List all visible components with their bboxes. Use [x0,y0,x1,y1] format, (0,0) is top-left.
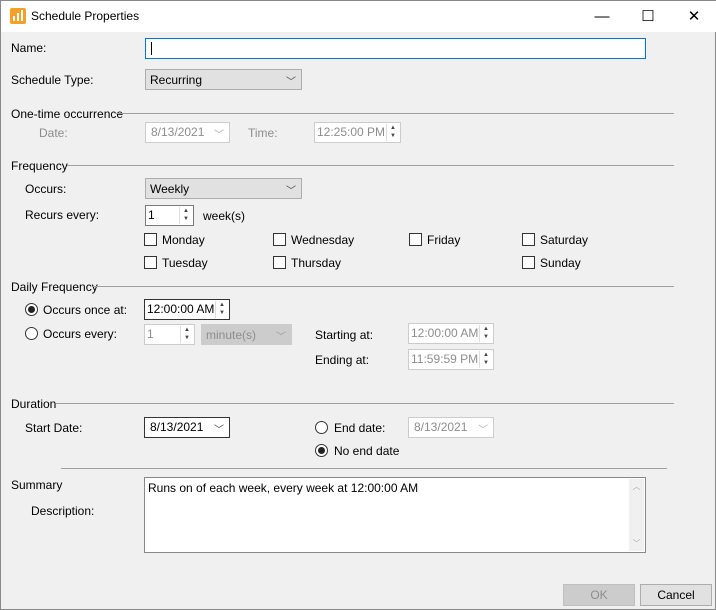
occurs-value: Weekly [150,182,190,196]
divider [115,113,674,114]
spinner-arrows-icon: ▲ ▼ [479,325,492,342]
no-end-date-label[interactable]: No end date [334,444,399,458]
occurs-every-spinner[interactable]: 1 ▲ ▼ [144,324,195,345]
maximize-button[interactable]: ☐ [625,1,671,32]
app-icon [10,8,26,24]
occurs-label: Occurs: [25,182,67,196]
occurs-once-time-spinner[interactable]: 12:00:00 AM ▲ ▼ [144,299,230,320]
saturday-checkbox[interactable] [522,233,535,246]
description-text: Runs on of each week, every week at 12:0… [148,481,419,495]
divider [61,468,667,469]
one-time-date-picker[interactable]: 8/13/2021 ﹀ [145,122,230,143]
schedule-type-label: Schedule Type: [11,73,94,87]
monday-label[interactable]: Monday [162,233,205,247]
recurs-every-spinner[interactable]: 1 ▲ ▼ [145,205,194,226]
occurs-every-unit-value: minute(s) [206,328,257,342]
description-textarea[interactable]: Runs on of each week, every week at 12:0… [144,477,646,553]
monday-checkbox[interactable] [144,233,157,246]
start-date-label: Start Date: [25,421,83,435]
title-bar: Schedule Properties — ☐ ✕ [1,1,716,32]
spinner-arrows-icon: ▲ ▼ [179,207,192,224]
divider [56,403,674,404]
one-time-header: One-time occurrence [11,107,124,121]
starting-at-label: Starting at: [315,328,374,342]
cancel-button[interactable]: Cancel [640,584,712,606]
name-label: Name: [11,41,47,55]
frequency-header: Frequency [11,159,68,173]
sunday-label[interactable]: Sunday [540,256,581,270]
recurs-every-label: Recurs every: [25,208,100,222]
chevron-down-icon: ﹀ [478,425,488,436]
one-time-time-spinner[interactable]: 12:25:00 PM ▲ ▼ [314,122,401,143]
time-label: Time: [248,126,278,140]
occurs-select[interactable]: Weekly ﹀ [145,178,302,199]
recurs-unit-label: week(s) [203,209,246,223]
ending-at-spinner[interactable]: 11:59:59 PM ▲ ▼ [408,349,494,370]
spinner-arrows-icon: ▲ ▼ [479,351,492,368]
no-end-date-radio[interactable] [315,444,328,457]
thursday-label[interactable]: Thursday [291,256,341,270]
saturday-label[interactable]: Saturday [540,233,588,247]
one-time-date-value: 8/13/2021 [151,125,205,139]
schedule-type-select[interactable]: Recurring ﹀ [145,69,302,90]
friday-label[interactable]: Friday [427,233,460,247]
ending-at-value: 11:59:59 PM [411,352,479,366]
occurs-once-time-value: 12:00:00 AM [147,302,215,316]
occurs-once-label[interactable]: Occurs once at: [43,303,127,317]
chevron-down-icon: ﹀ [286,186,296,197]
scrollbar[interactable]: ︿ ﹀ [629,479,644,551]
chevron-down-icon: ﹀ [286,77,296,88]
description-label: Description: [31,504,95,518]
divider [67,165,674,166]
chevron-down-icon: ﹀ [276,332,286,343]
one-time-time-value: 12:25:00 PM [317,125,386,139]
occurs-once-radio[interactable] [25,303,38,316]
wednesday-label[interactable]: Wednesday [291,233,354,247]
start-date-picker[interactable]: 8/13/2021 ﹀ [144,417,230,438]
end-date-value: 8/13/2021 [414,420,468,434]
spinner-arrows-icon: ▲ ▼ [215,301,228,318]
occurs-every-value: 1 [147,327,154,341]
text-cursor [151,42,152,56]
starting-at-value: 12:00:00 AM [411,326,479,340]
summary-header: Summary [11,478,63,492]
divider [93,286,674,287]
friday-checkbox[interactable] [409,233,422,246]
start-date-value: 8/13/2021 [150,420,204,434]
occurs-every-unit-select[interactable]: minute(s) ﹀ [201,324,292,345]
end-date-picker[interactable]: 8/13/2021 ﹀ [408,417,494,438]
window-title: Schedule Properties [31,9,140,23]
chevron-down-icon: ﹀ [214,425,224,436]
recurs-every-value: 1 [148,208,155,222]
schedule-type-value: Recurring [150,73,203,87]
ok-button[interactable]: OK [563,584,635,606]
spinner-arrows-icon: ▲ ▼ [386,124,399,141]
name-input[interactable] [145,38,646,59]
sunday-checkbox[interactable] [522,256,535,269]
minimize-button[interactable]: — [579,1,625,32]
duration-header: Duration [11,397,57,411]
wednesday-checkbox[interactable] [273,233,286,246]
daily-frequency-header: Daily Frequency [11,280,98,294]
end-date-label[interactable]: End date: [334,421,385,435]
thursday-checkbox[interactable] [273,256,286,269]
starting-at-spinner[interactable]: 12:00:00 AM ▲ ▼ [408,323,494,344]
end-date-radio[interactable] [315,421,328,434]
close-button[interactable]: ✕ [671,1,716,32]
tuesday-label[interactable]: Tuesday [162,256,208,270]
occurs-every-label[interactable]: Occurs every: [43,327,117,341]
tuesday-checkbox[interactable] [144,256,157,269]
ending-at-label: Ending at: [315,353,370,367]
chevron-down-icon: ﹀ [214,130,224,141]
date-label: Date: [39,126,68,140]
occurs-every-radio[interactable] [25,327,38,340]
spinner-arrows-icon: ▲ ▼ [180,326,193,343]
